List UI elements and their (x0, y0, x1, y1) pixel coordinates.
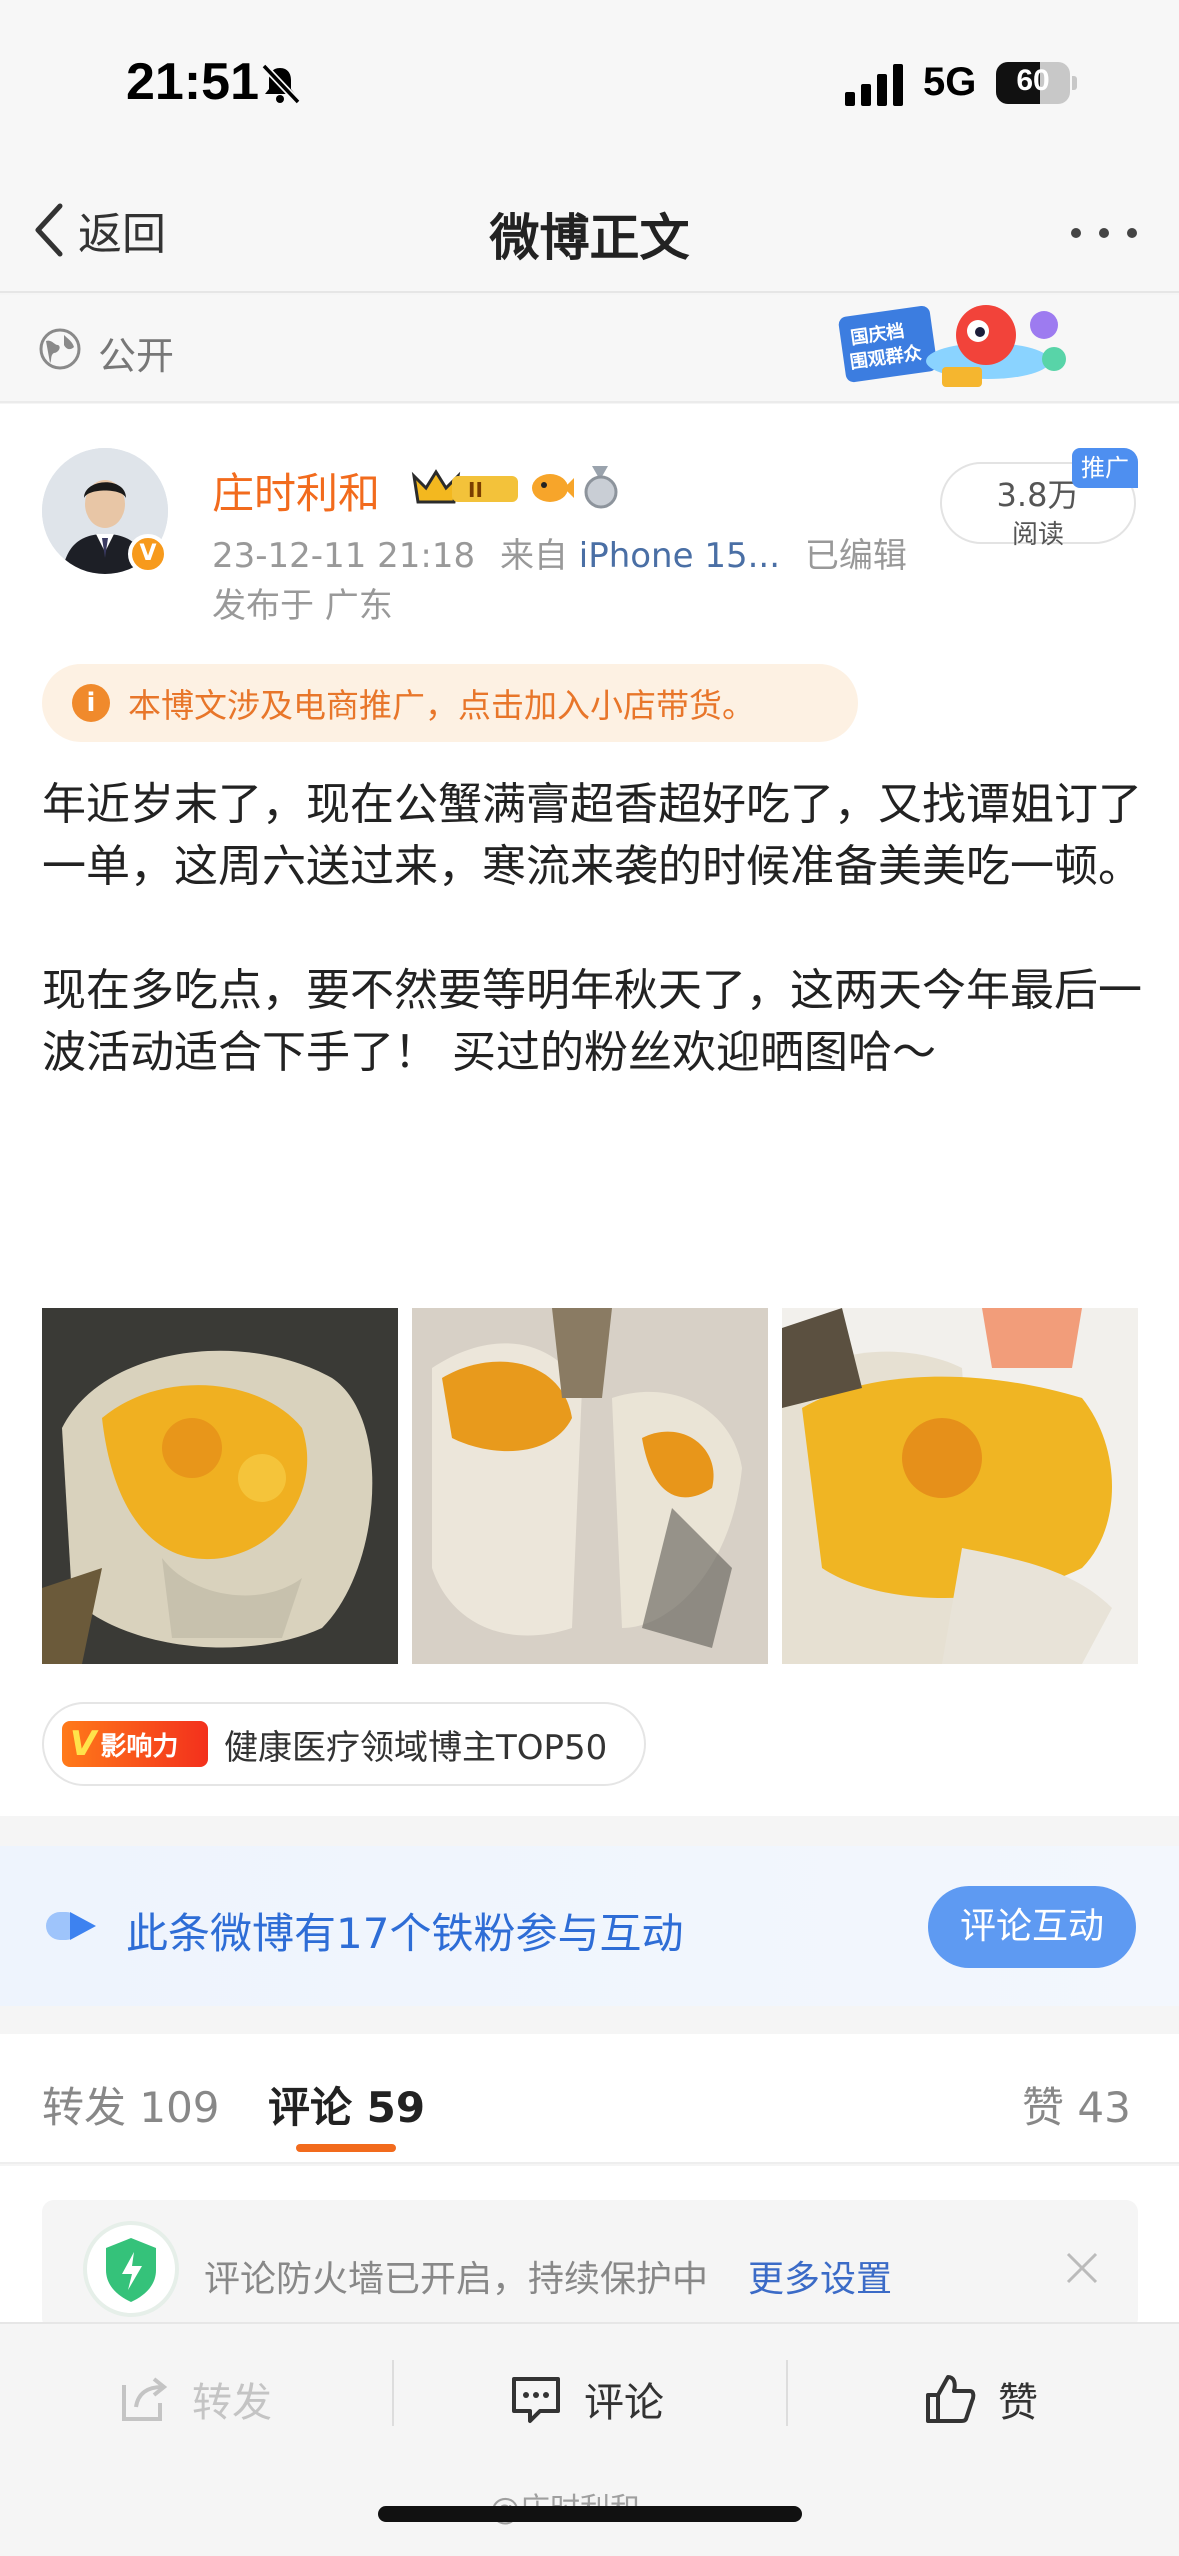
crab-photo-2[interactable] (412, 1308, 768, 1664)
status-time: 21:51 (126, 53, 259, 111)
battery-percent: 60 (1016, 64, 1050, 97)
more-icon[interactable] (1066, 218, 1142, 248)
verified-badge-icon: V (128, 534, 168, 574)
firewall-text: 评论防火墙已开启，持续保护中 (204, 2259, 709, 2300)
visibility-label: 公开 (98, 334, 175, 378)
signal-icon (845, 64, 903, 106)
post-timestamp: 23-12-11 21:18 (212, 536, 476, 576)
comment-label: 评论 (584, 2380, 664, 2426)
page-title: 微博正文 (489, 209, 690, 267)
divider (392, 2360, 394, 2426)
source-prefix: 来自 (499, 536, 568, 576)
influence-tag[interactable]: V 影响力 健康医疗领域博主TOP50 (42, 1702, 646, 1786)
network-type: 5G (923, 60, 977, 104)
national-day-banner[interactable]: 国庆档 围观群众 (838, 295, 1088, 403)
post-paragraph: 现在多吃点，要不然要等明年秋天了，这两天今年最后一波活动适合下手了！ 买过的粉丝… (42, 965, 1142, 1078)
fans-text: 此条微博有17个铁粉参与互动 (126, 1909, 684, 1958)
tab-likes[interactable]: 赞 43 (1022, 2074, 1131, 2135)
influence-badge-label: 影响力 (100, 1731, 179, 1762)
photo-grid (42, 1308, 1138, 1664)
crab-photo-1[interactable] (42, 1308, 398, 1664)
thumbs-up-icon (926, 2375, 976, 2423)
home-indicator[interactable] (378, 2506, 802, 2522)
author-name[interactable]: 庄时利和 (212, 460, 380, 521)
fish-badge-icon (532, 474, 574, 502)
crab-photo-3[interactable] (782, 1308, 1138, 1664)
ecommerce-tip-text: 本博文涉及电商推广，点击加入小店带货。 (128, 686, 755, 725)
fans-icon (46, 1912, 96, 1940)
tab-indicator (296, 2144, 396, 2152)
medal-badge-icon (584, 466, 618, 509)
status-bar: 21:51 5G 60 (0, 0, 1179, 160)
promote-badge[interactable]: 推广 (1072, 448, 1138, 488)
tab-comments[interactable]: 评论 59 (268, 2074, 425, 2135)
influence-text: 健康医疗领域博主TOP50 (224, 1727, 608, 1768)
comment-firewall-notice: 评论防火墙已开启，持续保护中 更多设置 (42, 2200, 1138, 2330)
svg-text:II: II (468, 478, 483, 502)
post-tabs: 转发 109 评论 59 赞 43 (0, 2034, 1179, 2164)
nav-bar: 返回 微博正文 (0, 160, 1179, 293)
like-label: 赞 (998, 2380, 1038, 2426)
comment-button[interactable]: 评论 (510, 2364, 664, 2434)
comment-interact-button[interactable]: 评论互动 (928, 1886, 1136, 1968)
post-card: V 庄时利和 II 23-12-11 21:18 来自 iPhone 15...… (0, 404, 1179, 1816)
battery-icon: 60 (996, 62, 1077, 104)
comment-icon (512, 2377, 560, 2423)
ecommerce-tip[interactable]: i 本博文涉及电商推广，点击加入小店带货。 (42, 664, 858, 742)
edited-label[interactable]: 已编辑 (805, 536, 907, 576)
info-icon: i (72, 684, 110, 722)
post-location: 发布于 广东 (212, 586, 393, 626)
source-device[interactable]: iPhone 15... (579, 536, 780, 576)
repost-label: 转发 (192, 2380, 272, 2426)
more-settings-link[interactable]: 更多设置 (748, 2250, 892, 2302)
post-meta: 23-12-11 21:18 来自 iPhone 15... 已编辑 (212, 528, 907, 577)
repost-button[interactable]: 转发 (118, 2364, 272, 2434)
shield-icon (83, 2221, 179, 2317)
reads-label: 阅读 (1011, 520, 1064, 550)
globe-icon (39, 328, 81, 370)
close-icon[interactable] (1064, 2250, 1100, 2286)
tab-repost[interactable]: 转发 109 (42, 2074, 220, 2135)
post-body: 年近岁末了，现在公蟹满膏超香超好吃了，又找谭姐订了一单，这周六送过来，寒流来袭的… (42, 774, 1142, 1146)
fans-interaction-banner: 此条微博有17个铁粉参与互动 评论互动 (0, 1846, 1179, 2006)
influence-badge: V 影响力 (62, 1721, 208, 1767)
visibility-row: 公开 国庆档 围观群众 (0, 295, 1179, 403)
bell-off-icon (261, 63, 301, 105)
like-button[interactable]: 赞 (924, 2364, 1038, 2434)
member-crown-icon[interactable]: II (406, 466, 522, 508)
repost-icon (122, 2377, 168, 2421)
post-paragraph: 年近岁末了，现在公蟹满膏超香超好吃了，又找谭姐订了一单，这周六送过来，寒流来袭的… (42, 779, 1142, 892)
divider (786, 2360, 788, 2426)
